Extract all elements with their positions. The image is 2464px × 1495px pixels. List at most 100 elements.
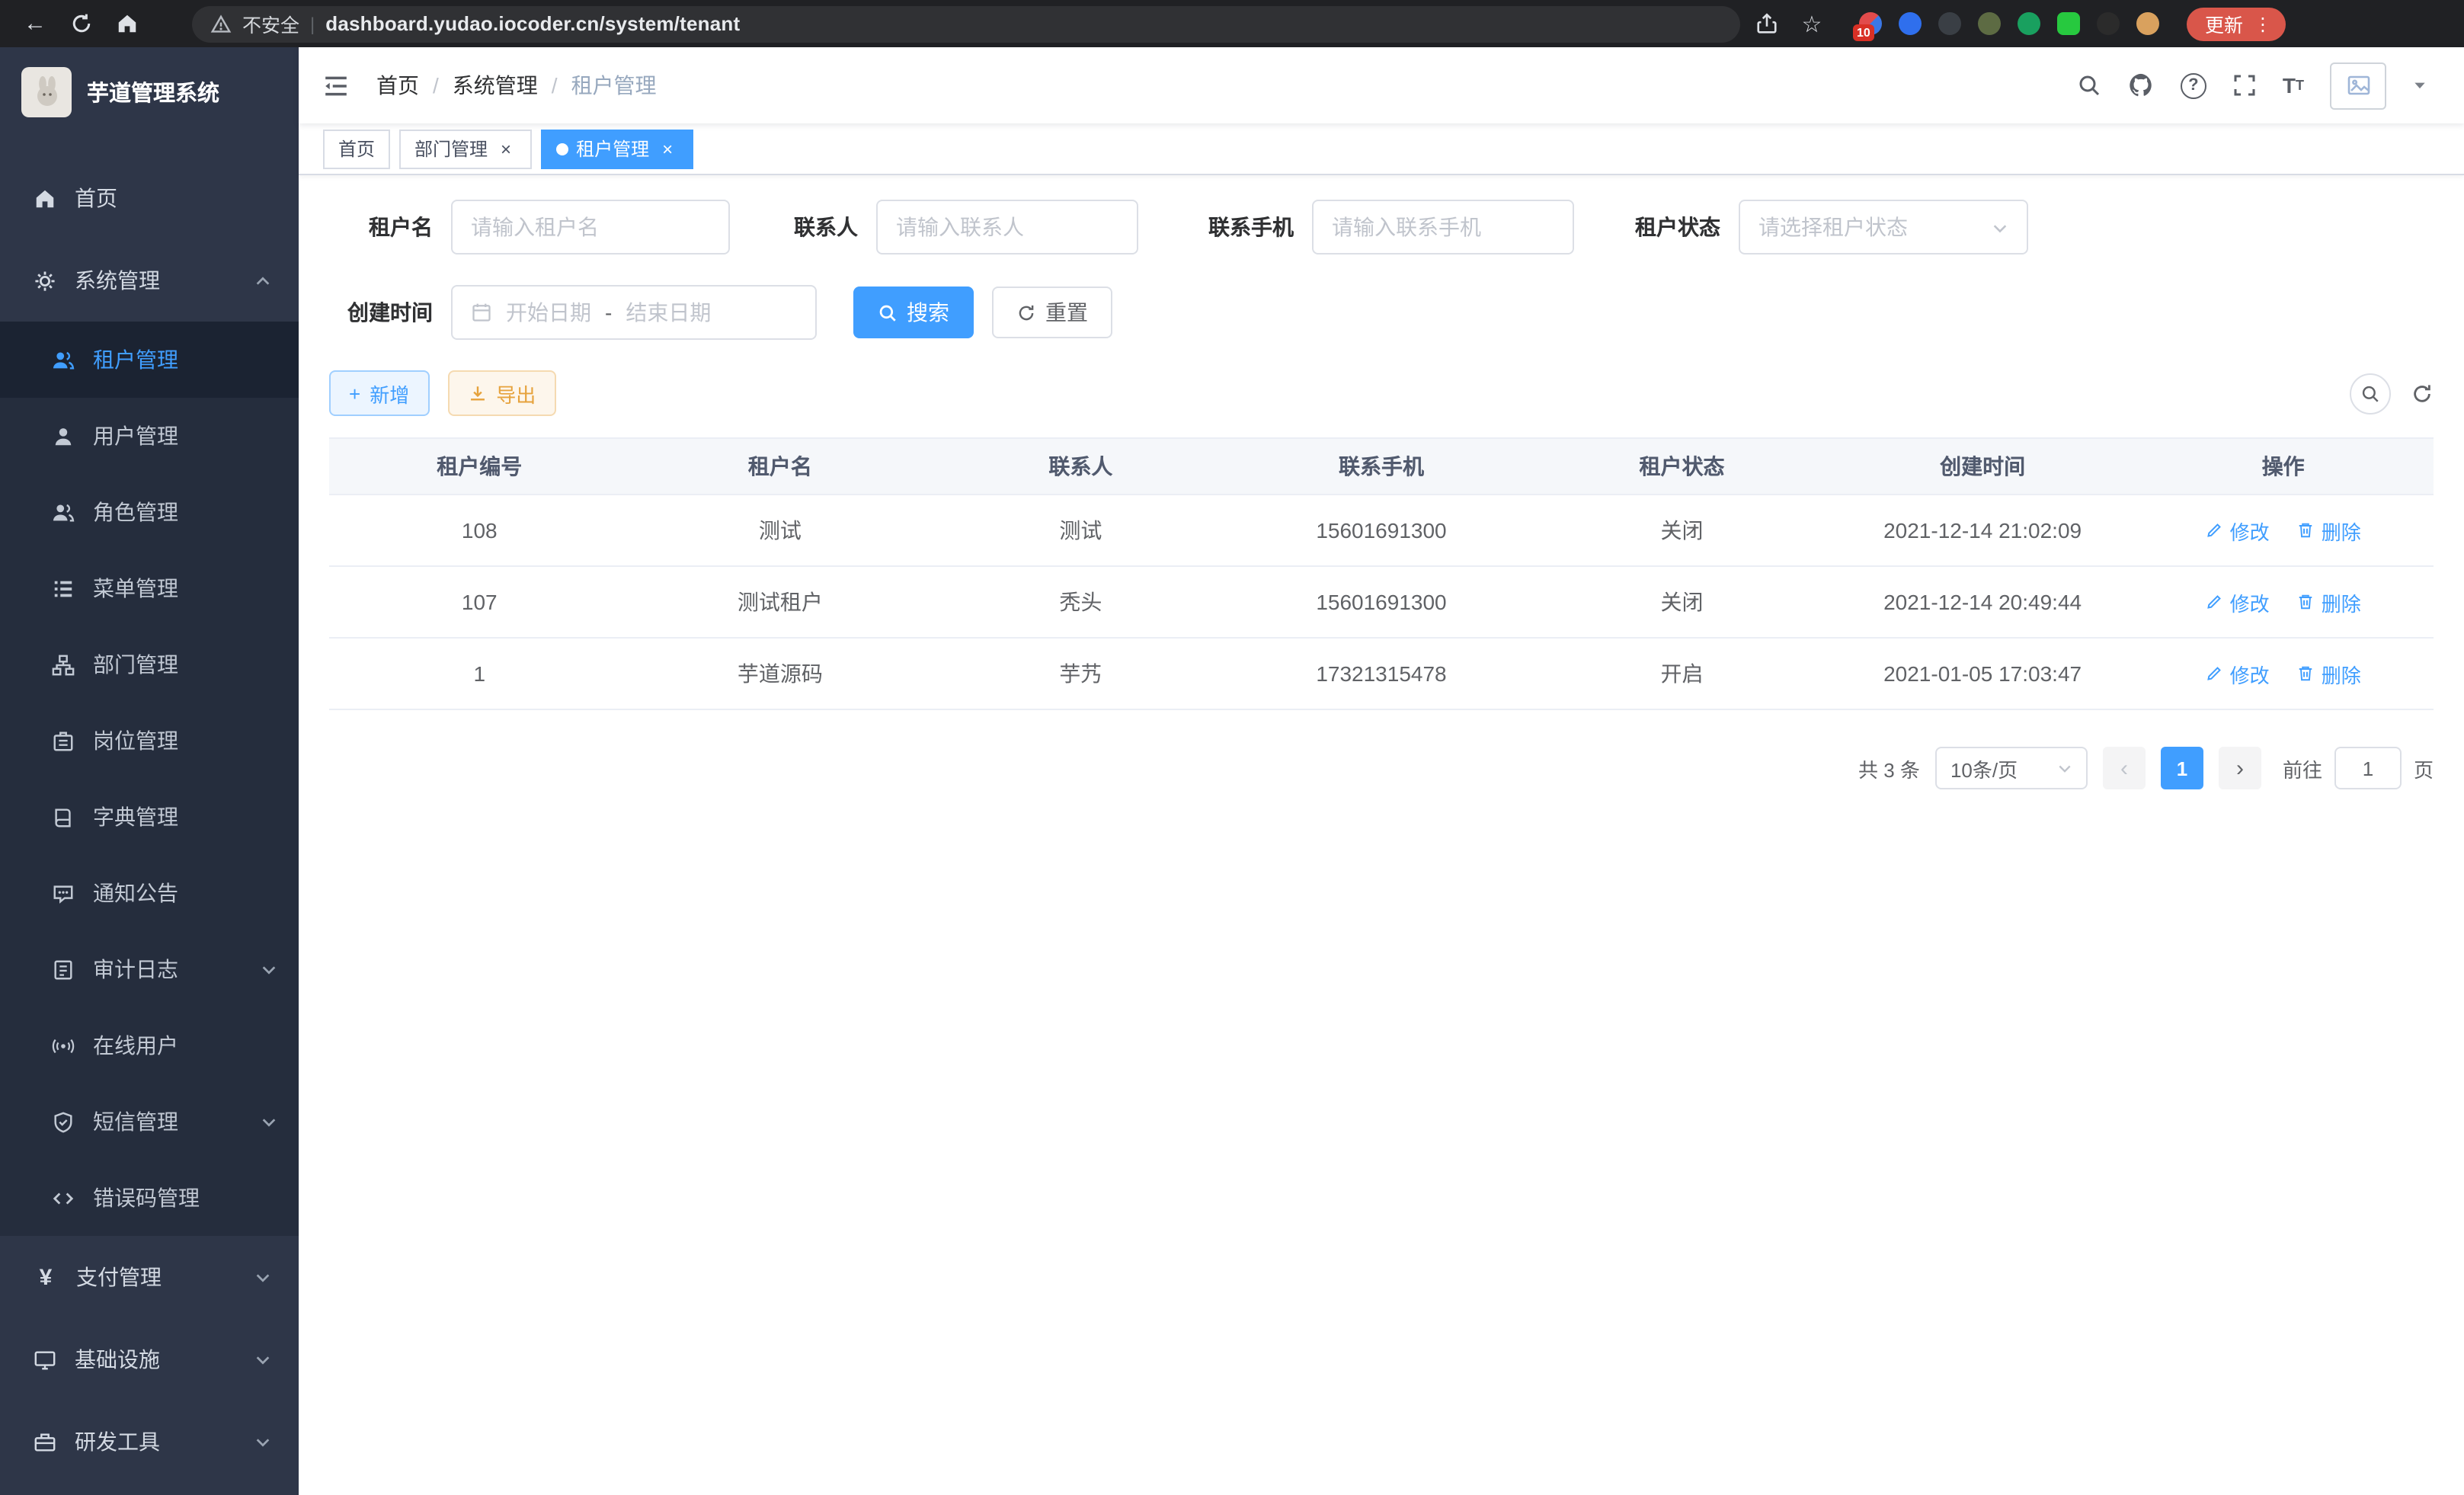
goto-page-input[interactable] — [2334, 747, 2402, 789]
browser-reload-icon[interactable] — [61, 4, 101, 43]
fullscreen-icon[interactable] — [2232, 73, 2257, 98]
plus-icon: + — [349, 382, 360, 405]
avatar[interactable] — [2330, 62, 2386, 109]
sidebar-item-system[interactable]: 系统管理 — [0, 239, 299, 322]
table-refresh-icon[interactable] — [2411, 382, 2434, 405]
sidebar-item-infra[interactable]: 基础设施 — [0, 1318, 299, 1401]
extension-icon[interactable] — [2018, 12, 2040, 35]
col-actions: 操作 — [2133, 438, 2434, 495]
extension-icon[interactable] — [1938, 12, 1961, 35]
sidebar-item-tenant[interactable]: 租户管理 — [0, 322, 299, 398]
sidebar-item-home[interactable]: 首页 — [0, 157, 299, 239]
yen-icon: ¥ — [34, 1264, 58, 1290]
app-logo[interactable]: 芋道管理系统 — [0, 47, 299, 136]
next-page-button[interactable]: › — [2219, 747, 2261, 789]
url-text: dashboard.yudao.iocoder.cn/system/tenant — [325, 12, 740, 35]
reset-button[interactable]: 重置 — [992, 287, 1112, 338]
close-icon[interactable]: × — [495, 138, 517, 159]
extension-icon[interactable]: 10 — [1859, 12, 1882, 35]
sidebar-item-payment[interactable]: ¥ 支付管理 — [0, 1236, 299, 1318]
share-icon[interactable] — [1746, 4, 1786, 43]
users-icon — [52, 348, 75, 371]
tag-home[interactable]: 首页 — [323, 129, 390, 168]
sidebar-item-online-user[interactable]: 在线用户 — [0, 1007, 299, 1084]
export-button[interactable]: 导出 — [447, 370, 555, 416]
tag-dept[interactable]: 部门管理 × — [399, 129, 532, 168]
close-icon[interactable]: × — [657, 138, 678, 159]
col-tenant-id: 租户编号 — [329, 438, 630, 495]
header-search-icon[interactable] — [2077, 73, 2101, 98]
edit-link[interactable]: 修改 — [2206, 659, 2270, 688]
breadcrumb-home[interactable]: 首页 — [376, 70, 419, 101]
github-icon[interactable] — [2127, 72, 2155, 99]
page-size-select[interactable]: 10条/页 — [1935, 747, 2088, 789]
cell-mobile: 17321315478 — [1231, 638, 1532, 709]
chevron-down-icon[interactable] — [2412, 78, 2427, 93]
chrome-update-button[interactable]: 更新 ⋮ — [2187, 7, 2286, 40]
search-button[interactable]: 搜索 — [853, 287, 974, 338]
code-icon — [52, 1186, 75, 1209]
prev-page-button[interactable]: ‹ — [2103, 747, 2146, 789]
extension-icon[interactable] — [1899, 12, 1922, 35]
date-range-picker[interactable]: 开始日期 - 结束日期 — [451, 285, 817, 340]
cell-tenant-name: 芋道源码 — [630, 638, 931, 709]
document-icon — [52, 958, 75, 981]
sidebar-item-label: 部门管理 — [93, 649, 178, 680]
briefcase-icon — [52, 729, 75, 752]
sidebar-item-error-code[interactable]: 错误码管理 — [0, 1160, 299, 1236]
extension-icons: 10 — [1859, 12, 2159, 35]
book-icon — [52, 805, 75, 828]
date-end-placeholder: 结束日期 — [626, 297, 711, 328]
profile-avatar-icon[interactable] — [2136, 12, 2159, 35]
delete-link[interactable]: 删除 — [2297, 516, 2361, 545]
add-button[interactable]: + 新增 — [329, 370, 429, 416]
sidebar-collapse-icon[interactable] — [323, 72, 349, 98]
edit-link[interactable]: 修改 — [2206, 587, 2270, 616]
delete-link[interactable]: 删除 — [2297, 587, 2361, 616]
show-search-toggle[interactable] — [2350, 373, 2391, 414]
status-select[interactable]: 请选择租户状态 — [1739, 200, 2028, 255]
font-size-icon[interactable]: TT — [2283, 75, 2304, 96]
sidebar-item-post[interactable]: 岗位管理 — [0, 703, 299, 779]
help-icon[interactable]: ? — [2181, 72, 2206, 98]
extension-badge: 10 — [1853, 24, 1874, 41]
sidebar-item-role[interactable]: 角色管理 — [0, 474, 299, 550]
sidebar-item-notice[interactable]: 通知公告 — [0, 855, 299, 931]
address-bar[interactable]: 不安全 | dashboard.yudao.iocoder.cn/system/… — [192, 5, 1740, 42]
bookmark-star-icon[interactable]: ☆ — [1792, 4, 1832, 43]
sidebar-item-user[interactable]: 用户管理 — [0, 398, 299, 474]
edit-link[interactable]: 修改 — [2206, 516, 2270, 545]
tag-tenant[interactable]: 租户管理 × — [541, 129, 693, 168]
not-secure-label: 不安全 — [242, 9, 299, 38]
sidebar-item-dict[interactable]: 字典管理 — [0, 779, 299, 855]
sidebar-item-menu[interactable]: 菜单管理 — [0, 550, 299, 626]
sidebar-item-label: 错误码管理 — [93, 1183, 200, 1213]
sidebar-item-sms[interactable]: 短信管理 — [0, 1084, 299, 1160]
sidebar-item-dev-tools[interactable]: 研发工具 — [0, 1401, 299, 1483]
tenant-name-input[interactable] — [471, 215, 710, 239]
sidebar-item-label: 岗位管理 — [93, 725, 178, 756]
mobile-input[interactable] — [1332, 215, 1554, 239]
cell-status: 开启 — [1531, 638, 1832, 709]
extension-icon[interactable] — [2057, 12, 2080, 35]
signal-icon — [52, 1034, 75, 1057]
table-row: 108 测试 测试 15601691300 关闭 2021-12-14 21:0… — [329, 495, 2434, 566]
sidebar-item-dept[interactable]: 部门管理 — [0, 626, 299, 703]
search-icon — [2360, 383, 2380, 403]
table-header-row: 租户编号 租户名 联系人 联系手机 租户状态 创建时间 操作 — [329, 438, 2434, 495]
delete-link[interactable]: 删除 — [2297, 659, 2361, 688]
breadcrumb-system[interactable]: 系统管理 — [453, 70, 538, 101]
home-icon — [34, 187, 56, 210]
extension-icon[interactable] — [2097, 12, 2120, 35]
trash-icon — [2297, 521, 2315, 539]
sidebar-item-audit-log[interactable]: 审计日志 — [0, 931, 299, 1007]
browser-back-icon[interactable]: ← — [15, 4, 55, 43]
message-icon — [52, 882, 75, 904]
page-number-1[interactable]: 1 — [2161, 747, 2203, 789]
extension-icon[interactable] — [1978, 12, 2001, 35]
contact-label: 联系人 — [766, 212, 858, 242]
browser-home-icon[interactable] — [107, 4, 146, 43]
browser-menu-icon[interactable]: ⋮ — [2254, 13, 2272, 34]
search-icon — [878, 303, 898, 322]
contact-input[interactable] — [896, 215, 1118, 239]
